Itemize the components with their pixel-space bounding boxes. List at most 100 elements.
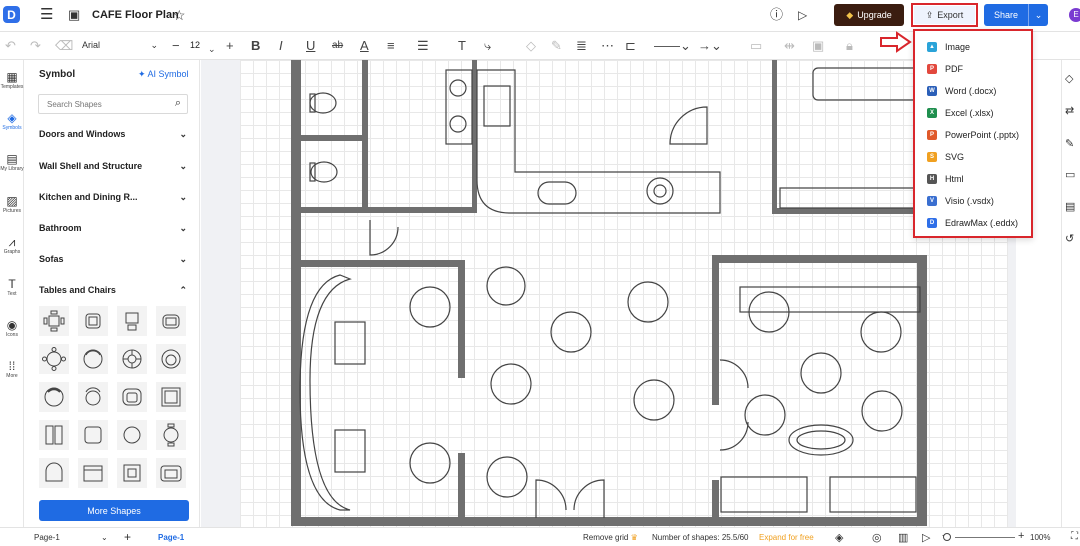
category-doors-and-windows[interactable]: Doors and Windows ⌄ <box>39 129 187 139</box>
ai-symbol-button[interactable]: ✦ AI Symbol <box>138 69 189 80</box>
rail-icons[interactable]: ◉ Icons <box>0 318 24 338</box>
shape-wide-armchair[interactable] <box>156 458 186 488</box>
present-icon[interactable]: ▭ <box>1065 168 1075 181</box>
shape-tub-chair[interactable] <box>156 344 186 374</box>
rail-symbols[interactable]: ◈ Symbols <box>0 111 24 131</box>
help-icon[interactable]: ⓘ <box>770 7 783 23</box>
rail-text[interactable]: T Text <box>0 277 24 297</box>
canvas-area[interactable] <box>201 60 1016 527</box>
shape-armchair[interactable] <box>78 306 108 336</box>
shape-round-table[interactable] <box>117 420 147 450</box>
shape-round-table-spokes[interactable] <box>117 344 147 374</box>
export-word[interactable]: W Word (.docx) <box>927 83 1031 99</box>
document-title[interactable]: CAFE Floor Plan <box>92 9 179 21</box>
star-icon[interactable]: ☆ <box>173 7 186 23</box>
export-excel[interactable]: X Excel (.xlsx) <box>927 105 1031 121</box>
export-edrawmax[interactable]: D EdrawMax (.eddx) <box>927 215 1031 231</box>
arrow-style-icon[interactable]: →⌄ <box>698 38 722 54</box>
rail-more[interactable]: ⁞⁞ More <box>0 359 24 379</box>
export-html[interactable]: H Html <box>927 171 1031 187</box>
shape-table-4-chairs[interactable] <box>39 306 69 336</box>
shape-round-table-2[interactable] <box>156 420 186 450</box>
avatar[interactable]: E <box>1069 8 1080 22</box>
chevron-down-icon[interactable]: ⌄ <box>1028 4 1048 26</box>
rail-templates[interactable]: ▦ Templates <box>0 70 24 90</box>
export-powerpoint[interactable]: P PowerPoint (.pptx) <box>927 127 1031 143</box>
drawing-page[interactable] <box>240 60 1008 527</box>
fullscreen-icon[interactable]: ⛶ <box>1071 531 1078 542</box>
category-wall-shell[interactable]: Wall Shell and Structure ⌄ <box>39 161 187 171</box>
decrease-font-icon[interactable]: − <box>172 38 180 54</box>
more-shapes-button[interactable]: More Shapes <box>39 500 189 521</box>
align-icon[interactable]: ≡ <box>387 38 395 54</box>
search-icon[interactable]: ⌕ <box>175 97 181 110</box>
chevron-down-icon[interactable]: ⌄ <box>101 533 108 542</box>
search-input[interactable] <box>39 95 169 113</box>
shape-lounge-chair[interactable] <box>156 306 186 336</box>
page-tab[interactable]: Page-1 <box>158 533 184 542</box>
export-button[interactable]: ⇪ Export <box>914 6 975 24</box>
format-painter-icon[interactable]: ⌫ <box>55 38 73 54</box>
save-icon[interactable]: ▣ <box>68 7 80 23</box>
menu-icon[interactable]: ☰ <box>40 7 53 23</box>
undo-icon[interactable]: ↶ <box>5 38 16 54</box>
increase-font-icon[interactable]: + <box>226 38 234 54</box>
line-color-icon[interactable]: ✎ <box>551 38 562 54</box>
dash-style-icon[interactable]: ⋯ <box>601 38 614 54</box>
line-spacing-icon[interactable]: ☰ <box>417 38 429 54</box>
floor-plan[interactable] <box>240 60 1008 527</box>
expand-link[interactable]: Expand for free <box>759 533 814 542</box>
chevron-down-icon[interactable]: ⌄ <box>208 41 216 57</box>
category-tables-and-chairs[interactable]: Tables and Chairs ⌃ <box>39 285 187 295</box>
italic-icon[interactable]: I <box>279 38 283 54</box>
rail-graphs[interactable]: ⩘ Graphs <box>0 235 24 255</box>
remove-grid-button[interactable]: Remove grid ♛ <box>583 533 638 542</box>
shape-office-chair[interactable] <box>78 382 108 412</box>
play-icon[interactable]: ▷ <box>798 7 807 23</box>
zoom-level[interactable]: 100% <box>1030 533 1050 542</box>
shape-double-seat[interactable] <box>39 420 69 450</box>
flip-icon[interactable]: ⇹ <box>784 38 795 54</box>
font-color-icon[interactable]: A <box>360 38 369 54</box>
shape-sofa-single[interactable] <box>78 458 108 488</box>
category-bathroom[interactable]: Bathroom ⌄ <box>39 223 187 233</box>
shape-round-table-6[interactable] <box>39 344 69 374</box>
shape-ottoman[interactable] <box>78 420 108 450</box>
fill-panel-icon[interactable]: ◇ <box>1065 72 1073 85</box>
crop-icon[interactable]: ⊏ <box>625 38 636 54</box>
zoom-slider-handle[interactable] <box>943 533 951 541</box>
redo-icon[interactable]: ↷ <box>30 38 41 54</box>
line-weight-icon[interactable]: ≣ <box>576 38 587 54</box>
shadow-icon[interactable]: ▭ <box>750 38 762 54</box>
bold-icon[interactable]: B <box>251 38 260 54</box>
shape-club-chair[interactable] <box>117 382 147 412</box>
category-sofas[interactable]: Sofas ⌄ <box>39 254 187 264</box>
zoom-in-icon[interactable]: + <box>1018 530 1024 542</box>
shape-round-chair[interactable] <box>78 344 108 374</box>
line-style-icon[interactable]: ——⌄ <box>654 38 691 54</box>
lock-icon[interactable]: 🔒︎ <box>846 38 853 54</box>
upgrade-button[interactable]: ◆ Upgrade <box>834 4 904 26</box>
app-logo[interactable]: D <box>3 6 20 23</box>
category-kitchen-dining[interactable]: Kitchen and Dining R... ⌄ <box>39 192 187 202</box>
layers-icon[interactable]: ◈ <box>835 531 843 544</box>
shape-desk-chair[interactable] <box>117 306 147 336</box>
shape-arm-chair-round[interactable] <box>39 458 69 488</box>
zoom-slider[interactable] <box>955 537 1015 538</box>
export-visio[interactable]: V Visio (.vsdx) <box>927 193 1031 209</box>
font-family-select[interactable]: Arial ⌄ <box>82 40 158 50</box>
page-setup-icon[interactable]: ▤ <box>1065 200 1075 213</box>
export-image[interactable]: ▲ Image <box>927 39 1031 55</box>
strikethrough-icon[interactable]: ab <box>332 38 343 54</box>
rail-my-library[interactable]: ▤ My Library <box>0 152 24 172</box>
group-icon[interactable]: ▣ <box>812 38 824 54</box>
shape-square-stool[interactable] <box>117 458 147 488</box>
text-tool-icon[interactable]: T <box>458 38 466 54</box>
connector-icon[interactable]: ⤷ <box>484 38 491 54</box>
brush-icon[interactable]: ✎ <box>1065 137 1074 150</box>
underline-icon[interactable]: U <box>306 38 315 54</box>
shape-square-chair[interactable] <box>156 382 186 412</box>
history-icon[interactable]: ↺ <box>1065 232 1074 245</box>
add-page-icon[interactable]: + <box>124 530 131 544</box>
export-svg[interactable]: S SVG <box>927 149 1031 165</box>
